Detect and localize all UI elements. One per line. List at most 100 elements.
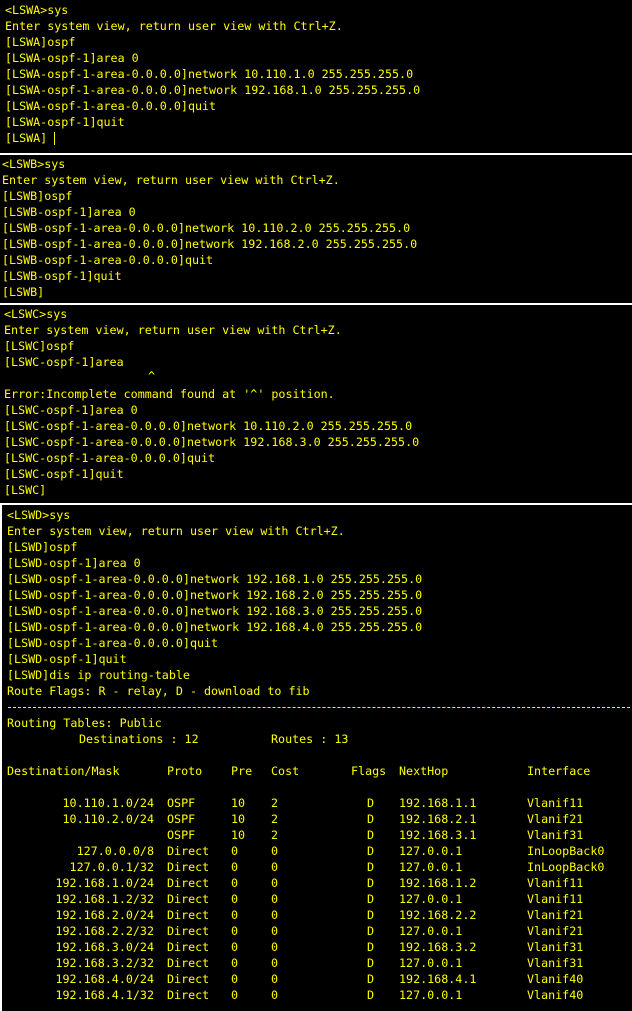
terminal-panel-lswc[interactable]: <LSWC>sys Enter system view, return user… xyxy=(0,305,632,503)
cell-dest: 192.168.3.2/32 xyxy=(55,956,154,970)
routing-table-header: Destination/Mask Proto Pre Cost Flags Ne… xyxy=(2,763,632,779)
table-row: 192.168.3.2/32 Direct 0 0 D 127.0.0.1 Vlanif31 xyxy=(2,955,632,971)
table-row: 10.110.2.0/24 OSPF 10 2 D 192.168.2.1 Vlanif21 xyxy=(2,811,632,827)
cell-dest: 10.110.1.0/24 xyxy=(62,796,154,810)
terminal-line: Enter system view, return user view with… xyxy=(7,524,345,538)
terminal-line: <LSWA>sys xyxy=(5,3,69,17)
text-cursor xyxy=(54,132,55,145)
terminal-prompt: [LSWA] xyxy=(5,131,48,145)
cell-proto: OSPF xyxy=(167,828,196,842)
error-caret: ^ xyxy=(148,369,156,383)
cell-nexthop: 127.0.0.1 xyxy=(399,844,463,858)
cell-iface: Vlanif31 xyxy=(527,940,584,954)
cell-nexthop: 192.168.4.1 xyxy=(399,972,477,986)
cell-cost: 0 xyxy=(271,860,279,874)
table-row: 127.0.0.0/8 Direct 0 0 D 127.0.0.1 InLoopBack0 xyxy=(2,843,632,859)
cell-pre: 0 xyxy=(231,892,239,906)
table-row: 192.168.1.2/32 Direct 0 0 D 127.0.0.1 Vlanif11 xyxy=(2,891,632,907)
cell-flags: D xyxy=(367,828,375,842)
terminal-line: [LSWD-ospf-1-area-0.0.0.0]network 192.16… xyxy=(7,604,423,618)
cell-nexthop: 127.0.0.1 xyxy=(399,924,463,938)
cell-dest: 10.110.2.0/24 xyxy=(62,812,154,826)
terminal-line: [LSWB-ospf-1-area-0.0.0.0]network 10.110… xyxy=(2,221,411,235)
terminal-line: Enter system view, return user view with… xyxy=(4,323,342,337)
cell-nexthop: 192.168.1.1 xyxy=(399,796,477,810)
cell-cost: 0 xyxy=(271,924,279,938)
route-flags-legend: Route Flags: R - relay, D - download to … xyxy=(7,684,310,698)
table-row: 10.110.1.0/24 OSPF 10 2 D 192.168.1.1 Vlanif11 xyxy=(2,795,632,811)
cell-iface: Vlanif40 xyxy=(527,988,584,1002)
terminal-line: <LSWC>sys xyxy=(4,307,68,321)
cell-proto: Direct xyxy=(167,924,210,938)
cell-dest: 127.0.0.0/8 xyxy=(76,844,154,858)
error-message: Error:Incomplete command found at '^' po… xyxy=(4,387,335,401)
terminal-prompt: [LSWC] xyxy=(4,483,47,497)
cell-nexthop: 192.168.3.2 xyxy=(399,940,477,954)
cell-nexthop: 192.168.2.1 xyxy=(399,812,477,826)
cell-dest: 192.168.3.0/24 xyxy=(55,940,154,954)
terminal-line: [LSWD]ospf xyxy=(7,540,78,554)
cell-cost: 0 xyxy=(271,844,279,858)
cell-nexthop: 127.0.0.1 xyxy=(399,956,463,970)
cell-iface: Vlanif11 xyxy=(527,892,584,906)
cell-dest: 192.168.2.2/32 xyxy=(55,924,154,938)
cell-dest: 192.168.4.0/24 xyxy=(55,972,154,986)
cell-nexthop: 192.168.2.2 xyxy=(399,908,477,922)
cell-iface: Vlanif21 xyxy=(527,812,584,826)
table-row: 192.168.2.2/32 Direct 0 0 D 127.0.0.1 Vlanif21 xyxy=(2,923,632,939)
cell-flags: D xyxy=(367,940,375,954)
header-cost: Cost xyxy=(271,764,300,778)
cell-cost: 0 xyxy=(271,988,279,1002)
cell-pre: 0 xyxy=(231,956,239,970)
cell-cost: 0 xyxy=(271,972,279,986)
terminal-panel-lswa[interactable]: <LSWA>sys Enter system view, return user… xyxy=(0,0,632,153)
terminal-line: [LSWC]ospf xyxy=(4,339,75,353)
terminal-panel-lswb[interactable]: <LSWB>sys Enter system view, return user… xyxy=(0,155,632,303)
cell-proto: Direct xyxy=(167,940,210,954)
terminal-line: [LSWD-ospf-1-area-0.0.0.0]network 192.16… xyxy=(7,588,423,602)
cell-proto: Direct xyxy=(167,972,210,986)
terminal-line: [LSWD-ospf-1-area-0.0.0.0]quit xyxy=(7,636,219,650)
terminal-line: [LSWD-ospf-1-area-0.0.0.0]network 192.16… xyxy=(7,572,423,586)
cell-flags: D xyxy=(367,908,375,922)
cell-iface: Vlanif31 xyxy=(527,956,584,970)
cell-flags: D xyxy=(367,796,375,810)
header-interface: Interface xyxy=(527,764,591,778)
terminal-line: [LSWC-ospf-1]quit xyxy=(4,467,124,481)
cell-proto: Direct xyxy=(167,892,210,906)
terminal-line: [LSWC-ospf-1]area 0 xyxy=(4,403,138,417)
cell-flags: D xyxy=(367,924,375,938)
cell-pre: 0 xyxy=(231,988,239,1002)
cell-proto: OSPF xyxy=(167,796,196,810)
cell-proto: Direct xyxy=(167,956,210,970)
cell-pre: 0 xyxy=(231,972,239,986)
cell-pre: 0 xyxy=(231,876,239,890)
terminal-line: <LSWD>sys xyxy=(7,508,71,522)
table-row: 192.168.4.1/32 Direct 0 0 D 127.0.0.1 Vlanif40 xyxy=(2,987,632,1003)
table-row: 192.168.2.0/24 Direct 0 0 D 192.168.2.2 Vlanif… xyxy=(2,907,632,923)
terminal-line: [LSWB-ospf-1]quit xyxy=(2,269,122,283)
cell-pre: 10 xyxy=(231,812,246,826)
cell-pre: 0 xyxy=(231,844,239,858)
cell-pre: 10 xyxy=(231,828,246,842)
cell-cost: 2 xyxy=(271,812,279,826)
cell-proto: OSPF xyxy=(167,812,196,826)
cell-nexthop: 127.0.0.1 xyxy=(399,892,463,906)
cell-flags: D xyxy=(367,876,375,890)
terminal-line: [LSWA-ospf-1-area-0.0.0.0]network 192.16… xyxy=(5,83,421,97)
destinations-count: Destinations : 12 xyxy=(79,732,199,746)
terminal-line: [LSWC-ospf-1]area xyxy=(4,355,124,369)
table-row: 192.168.4.0/24 Direct 0 0 D 192.168.4.1 Vlanif… xyxy=(2,971,632,987)
terminal-line: [LSWD-ospf-1-area-0.0.0.0]network 192.16… xyxy=(7,620,423,634)
terminal-line: [LSWA-ospf-1]quit xyxy=(5,115,125,129)
header-nexthop: NextHop xyxy=(399,764,449,778)
cell-pre: 0 xyxy=(231,908,239,922)
terminal-panel-lswd[interactable]: <LSWD>sys Enter system view, return user… xyxy=(0,505,632,1011)
cell-iface: Vlanif40 xyxy=(527,972,584,986)
terminal-line: Enter system view, return user view with… xyxy=(5,19,343,33)
terminal-line: [LSWB-ospf-1-area-0.0.0.0]network 192.16… xyxy=(2,237,418,251)
header-destination: Destination/Mask xyxy=(7,764,120,778)
cell-nexthop: 192.168.1.2 xyxy=(399,876,477,890)
terminal-line: [LSWA-ospf-1-area-0.0.0.0]quit xyxy=(5,99,217,113)
cell-flags: D xyxy=(367,860,375,874)
